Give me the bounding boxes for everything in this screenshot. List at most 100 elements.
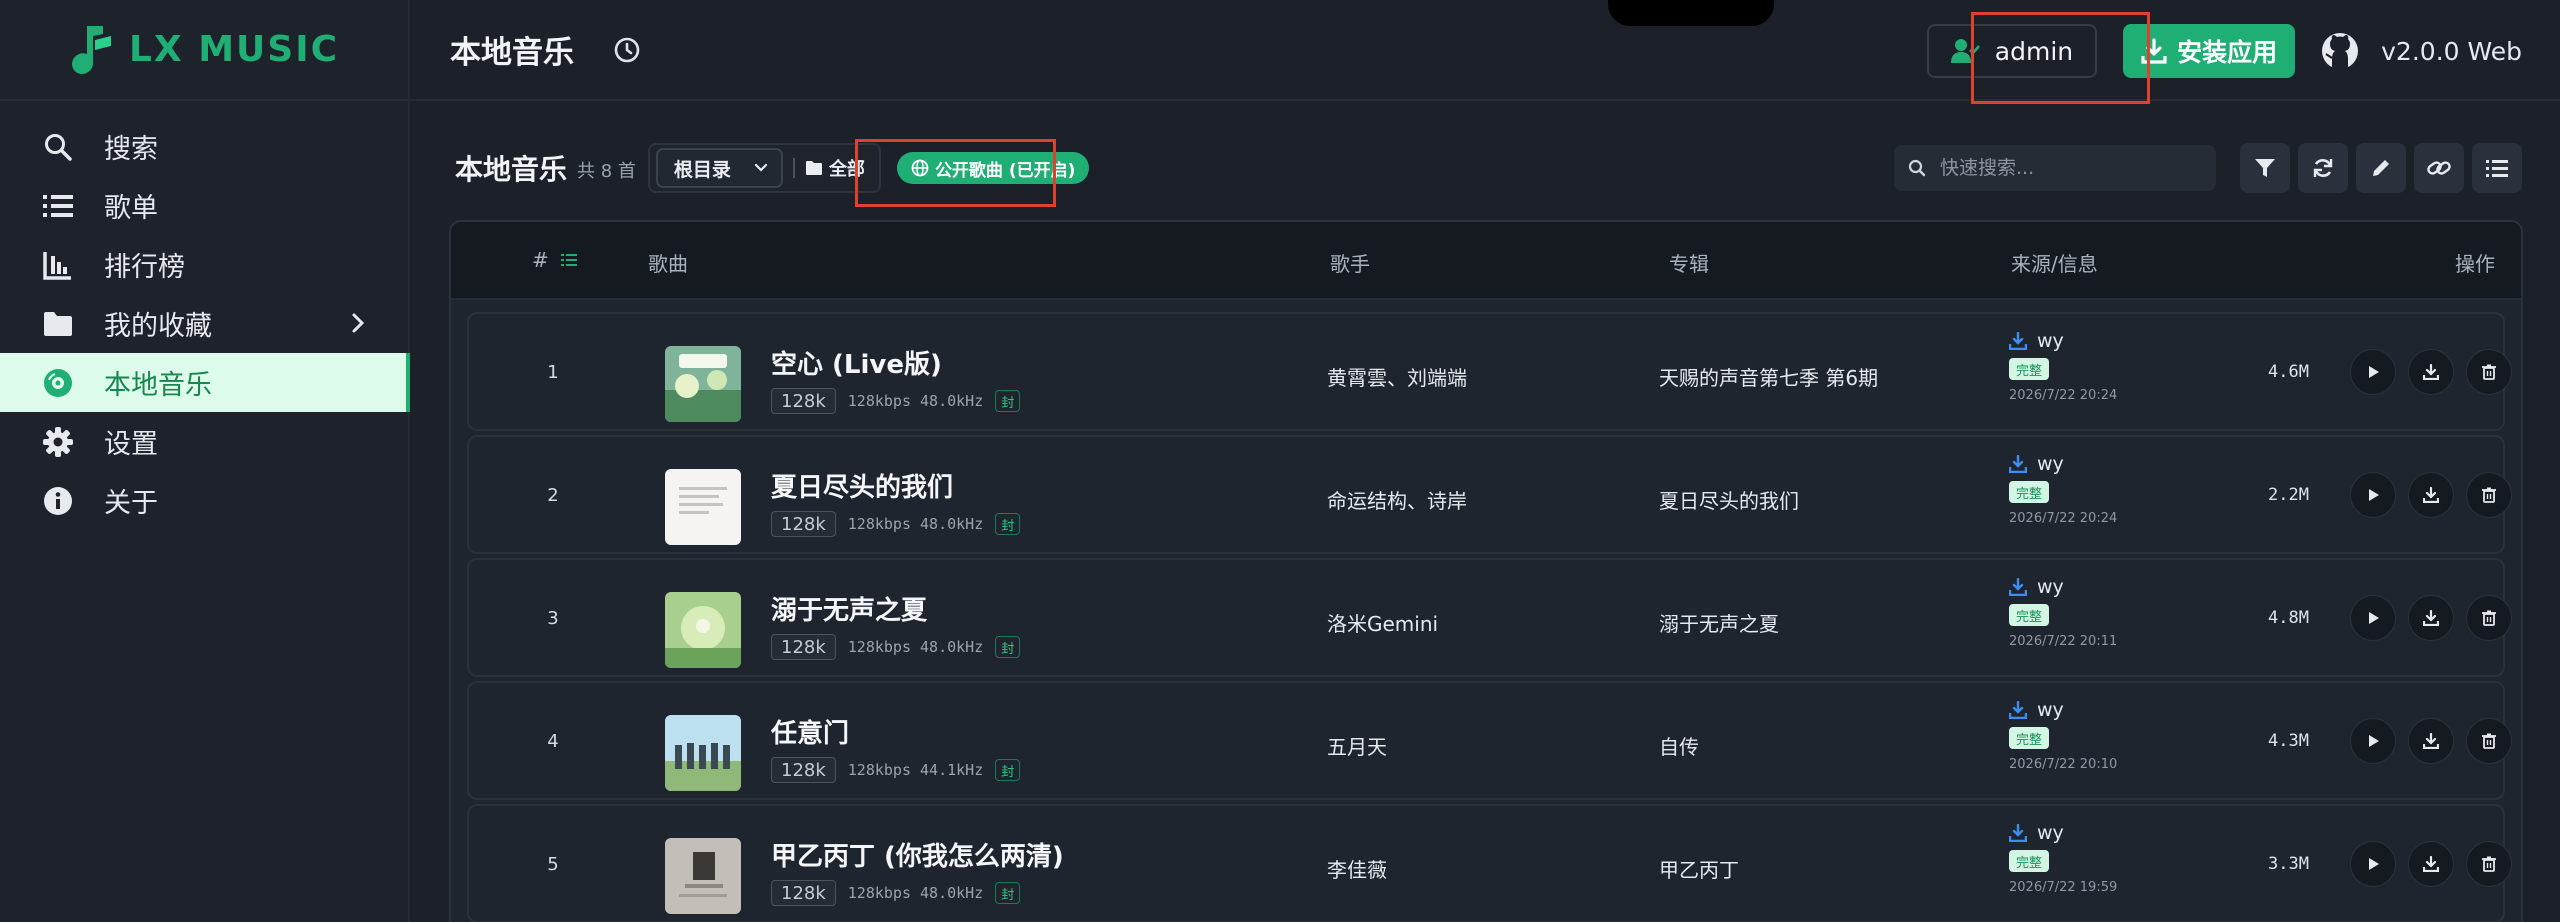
table-row[interactable]: 3 溺于无声之夏 128k 128kbps 48.0kHz 封 洛米Gemini… bbox=[467, 558, 2512, 677]
search-icon bbox=[1908, 159, 1926, 177]
divider bbox=[792, 158, 795, 178]
album-cover[interactable] bbox=[665, 592, 741, 668]
toolbar-buttons bbox=[2240, 143, 2522, 193]
play-button[interactable] bbox=[2350, 718, 2396, 764]
delete-button[interactable] bbox=[2466, 349, 2512, 395]
column-header-song[interactable]: 歌曲 bbox=[648, 248, 688, 277]
download-button[interactable] bbox=[2408, 841, 2454, 887]
app-name: LX MUSIC bbox=[128, 29, 340, 70]
app-logo[interactable]: LX MUSIC bbox=[0, 0, 408, 101]
sidebar-item-playlists[interactable]: 歌单 bbox=[0, 176, 408, 235]
album-name[interactable]: 甲乙丙丁 bbox=[1659, 854, 1739, 883]
list-title: 本地音乐 bbox=[455, 153, 568, 186]
folder-icon bbox=[805, 161, 822, 175]
column-header-album[interactable]: 专辑 bbox=[1669, 248, 1709, 277]
edit-button[interactable] bbox=[2356, 143, 2406, 193]
user-button[interactable]: admin bbox=[1926, 24, 2098, 78]
song-meta: 128k 128kbps 48.0kHz 封 bbox=[771, 880, 1021, 906]
column-header-artist[interactable]: 歌手 bbox=[1330, 248, 1370, 277]
album-name[interactable]: 溺于无声之夏 bbox=[1659, 608, 1779, 637]
artist-name[interactable]: 命运结构、诗岸 bbox=[1327, 485, 1467, 514]
delete-button[interactable] bbox=[2466, 718, 2512, 764]
search-icon bbox=[42, 131, 74, 163]
album-name[interactable]: 自传 bbox=[1659, 731, 1699, 760]
source-name: wy bbox=[2037, 453, 2064, 475]
song-title[interactable]: 夏日尽头的我们 bbox=[771, 467, 953, 504]
quality-badge: 128k bbox=[771, 757, 836, 783]
filter-button[interactable] bbox=[2240, 143, 2290, 193]
globe-icon bbox=[911, 159, 929, 177]
install-app-label: 安装应用 bbox=[2177, 38, 2278, 67]
play-button[interactable] bbox=[2350, 349, 2396, 395]
song-title[interactable]: 溺于无声之夏 bbox=[771, 590, 927, 627]
play-button[interactable] bbox=[2350, 841, 2396, 887]
link-button[interactable] bbox=[2414, 143, 2464, 193]
delete-button[interactable] bbox=[2466, 472, 2512, 518]
quick-search-input[interactable] bbox=[1940, 157, 2200, 179]
list-view-button[interactable] bbox=[2472, 143, 2522, 193]
song-title[interactable]: 任意门 bbox=[771, 713, 849, 750]
sidebar-item-search[interactable]: 搜索 bbox=[0, 117, 408, 176]
column-header-index[interactable]: # bbox=[532, 248, 578, 272]
download-time: 2026/7/22 20:24 bbox=[2009, 511, 2118, 526]
quality-badge: 128k bbox=[771, 511, 836, 537]
download-time: 2026/7/22 20:10 bbox=[2009, 757, 2118, 772]
album-name[interactable]: 夏日尽头的我们 bbox=[1659, 485, 1799, 514]
public-songs-toggle[interactable]: 公开歌曲 (已开启) bbox=[896, 152, 1090, 184]
chevron-right-icon[interactable] bbox=[346, 311, 370, 335]
status-badge: 完整 bbox=[2009, 727, 2049, 749]
sidebar-item-about[interactable]: 关于 bbox=[0, 471, 408, 530]
album-cover[interactable] bbox=[665, 838, 741, 914]
directory-select[interactable]: 根目录 bbox=[655, 148, 783, 188]
play-icon bbox=[2369, 735, 2379, 747]
download-button[interactable] bbox=[2408, 472, 2454, 518]
pencil-icon bbox=[2373, 160, 2389, 176]
table-header: # 歌曲 歌手 专辑 来源/信息 操作 bbox=[451, 222, 2521, 300]
status-badge: 完整 bbox=[2009, 850, 2049, 872]
artist-name[interactable]: 李佳薇 bbox=[1327, 854, 1387, 883]
download-button[interactable] bbox=[2408, 349, 2454, 395]
sidebar-item-charts[interactable]: 排行榜 bbox=[0, 235, 408, 294]
row-actions bbox=[2350, 841, 2512, 887]
artist-name[interactable]: 黄霄雲、刘端端 bbox=[1327, 362, 1467, 391]
album-cover[interactable] bbox=[665, 469, 741, 545]
delete-button[interactable] bbox=[2466, 841, 2512, 887]
delete-button[interactable] bbox=[2466, 595, 2512, 641]
album-cover[interactable] bbox=[665, 715, 741, 791]
refresh-button[interactable] bbox=[2298, 143, 2348, 193]
album-name[interactable]: 天赐的声音第七季 第6期 bbox=[1659, 362, 1878, 391]
table-row[interactable]: 1 空心 (Live版) 128k 128kbps 48.0kHz 封 黄霄雲、… bbox=[467, 312, 2512, 431]
bitrate-info: 128kbps 48.0kHz bbox=[847, 884, 984, 902]
download-button[interactable] bbox=[2408, 595, 2454, 641]
sidebar-item-local-music[interactable]: 本地音乐 bbox=[0, 353, 410, 412]
sidebar-item-label: 本地音乐 bbox=[104, 370, 212, 401]
album-cover[interactable] bbox=[665, 346, 741, 422]
github-icon[interactable] bbox=[2321, 32, 2359, 70]
song-title[interactable]: 空心 (Live版) bbox=[771, 344, 942, 381]
table-row[interactable]: 5 甲乙丙丁 (你我怎么两清) 128k 128kbps 48.0kHz 封 李… bbox=[467, 804, 2512, 922]
sidebar-item-label: 关于 bbox=[104, 488, 158, 519]
list-icon bbox=[42, 190, 74, 222]
all-folders-button[interactable]: 全部 bbox=[805, 155, 873, 181]
source-info: wy 完整 2026/7/22 20:10 bbox=[2009, 699, 2117, 772]
bitrate-info: 128kbps 48.0kHz bbox=[847, 515, 984, 533]
play-button[interactable] bbox=[2350, 472, 2396, 518]
track-index: 2 bbox=[547, 485, 559, 506]
install-app-button[interactable]: 安装应用 bbox=[2123, 24, 2296, 78]
download-icon bbox=[2423, 364, 2439, 380]
artist-name[interactable]: 洛米Gemini bbox=[1327, 608, 1438, 637]
play-button[interactable] bbox=[2350, 595, 2396, 641]
column-header-source[interactable]: 来源/信息 bbox=[2011, 248, 2098, 277]
table-row[interactable]: 2 夏日尽头的我们 128k 128kbps 48.0kHz 封 命运结构、诗岸… bbox=[467, 435, 2512, 554]
history-icon[interactable] bbox=[612, 35, 642, 65]
download-button[interactable] bbox=[2408, 718, 2454, 764]
track-index: 4 bbox=[547, 731, 559, 752]
sidebar-item-settings[interactable]: 设置 bbox=[0, 412, 408, 471]
sidebar-item-label: 排行榜 bbox=[104, 252, 185, 283]
sidebar-item-favorites[interactable]: 我的收藏 bbox=[0, 294, 408, 353]
list-icon bbox=[2486, 160, 2508, 177]
song-title[interactable]: 甲乙丙丁 (你我怎么两清) bbox=[771, 836, 1064, 873]
artist-name[interactable]: 五月天 bbox=[1327, 731, 1387, 760]
download-icon bbox=[2141, 38, 2167, 64]
table-row[interactable]: 4 任意门 128k 128kbps 44.1kHz 封 五月天 自传 wy 完… bbox=[467, 681, 2512, 800]
